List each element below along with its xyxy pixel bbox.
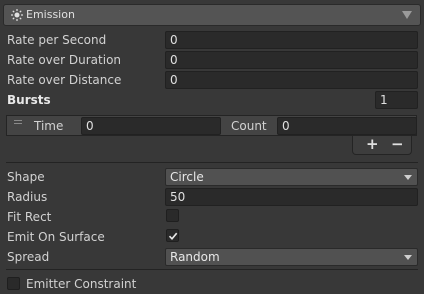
burst-time-label: Time <box>34 119 64 133</box>
rate-over-distance-input[interactable]: 0 <box>165 71 418 89</box>
shape-dropdown-value: Circle <box>170 170 204 184</box>
burst-row: Time 0 Count 0 <box>6 115 417 136</box>
burst-time-input[interactable]: 0 <box>81 117 221 135</box>
sun-icon <box>11 9 23 21</box>
chevron-down-icon <box>404 175 412 180</box>
module-header[interactable]: Emission <box>3 4 421 26</box>
fit-rect-checkbox[interactable] <box>166 209 179 222</box>
rate-per-second-input[interactable]: 0 <box>165 31 418 49</box>
remove-burst-button[interactable]: − <box>391 135 404 153</box>
shape-label: Shape <box>7 170 45 184</box>
drag-handle-icon[interactable] <box>14 120 22 130</box>
burst-count-label: Count <box>231 119 267 133</box>
emit-on-surface-checkbox[interactable] <box>166 229 179 242</box>
rate-over-duration-label: Rate over Duration <box>7 53 122 67</box>
checkmark-icon <box>168 232 178 240</box>
divider <box>6 269 418 270</box>
fit-rect-label: Fit Rect <box>7 210 52 224</box>
triangle-down-icon[interactable] <box>402 11 412 19</box>
emitter-constraint-checkbox[interactable] <box>7 277 20 290</box>
rate-over-distance-label: Rate over Distance <box>7 73 122 87</box>
bursts-label: Bursts <box>7 93 51 107</box>
divider <box>6 162 418 163</box>
radius-input[interactable]: 50 <box>165 188 418 206</box>
emitter-constraint-label: Emitter Constraint <box>26 277 137 291</box>
rate-over-duration-input[interactable]: 0 <box>165 51 418 69</box>
module-title: Emission <box>26 8 75 21</box>
shape-dropdown[interactable]: Circle <box>165 168 418 186</box>
bursts-count-input[interactable]: 1 <box>375 91 418 109</box>
burst-count-input[interactable]: 0 <box>277 117 417 135</box>
spread-dropdown[interactable]: Random <box>165 248 418 266</box>
emit-on-surface-label: Emit On Surface <box>7 230 105 244</box>
add-burst-button[interactable]: + <box>366 135 379 153</box>
rate-per-second-label: Rate per Second <box>7 33 107 47</box>
spread-label: Spread <box>7 250 50 264</box>
bursts-button-bar: + − <box>352 135 412 155</box>
radius-label: Radius <box>7 190 48 204</box>
chevron-down-icon <box>404 255 412 260</box>
spread-dropdown-value: Random <box>170 250 220 264</box>
